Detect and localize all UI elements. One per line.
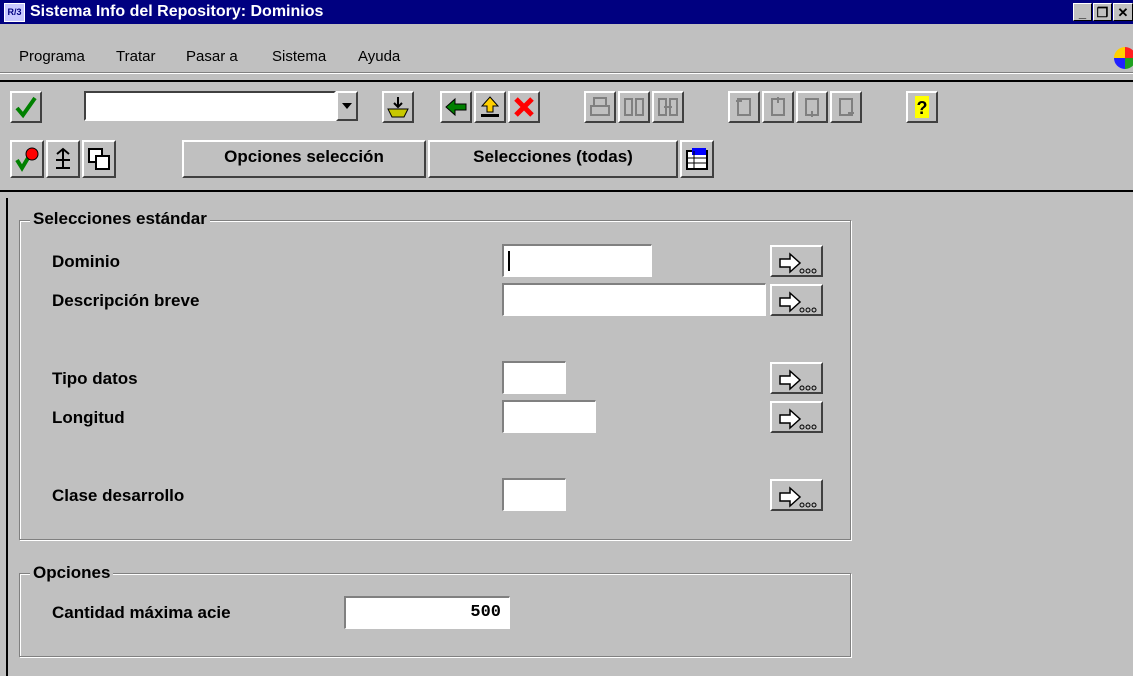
command-field[interactable] — [84, 91, 336, 121]
save-icon — [387, 97, 409, 118]
save-button[interactable] — [382, 91, 414, 123]
menu-pasar-a[interactable]: Pasar a — [186, 48, 238, 65]
length-label: Longitud — [52, 408, 125, 427]
copy-icon — [88, 148, 110, 170]
divider — [0, 73, 1133, 74]
sap-logo-icon — [1114, 47, 1133, 69]
menu-bar: Programa Tratar Pasar a Sistema Ayuda — [0, 24, 1133, 70]
multiple-selection-icon — [779, 408, 817, 430]
help-icon: ? — [915, 96, 929, 118]
dropdown-arrow-icon — [342, 103, 352, 109]
close-icon: ✕ — [1117, 5, 1129, 20]
cancel-button[interactable] — [508, 91, 540, 123]
minimize-button[interactable]: _ — [1073, 3, 1092, 21]
toolbar-border — [0, 80, 1133, 82]
restore-button[interactable]: ❐ — [1093, 3, 1112, 21]
command-field-dropdown[interactable] — [336, 91, 358, 121]
max-hits-label: Cantidad máxima acie — [52, 603, 231, 622]
prev-page-icon — [771, 97, 785, 116]
domain-label: Dominio — [52, 252, 120, 271]
print-icon — [590, 97, 610, 116]
domain-input[interactable] — [502, 244, 652, 277]
short-description-input[interactable] — [502, 283, 766, 316]
menu-sistema[interactable]: Sistema — [272, 48, 326, 65]
application-toolbar: Opciones selección Selecciones (todas) — [0, 134, 1133, 188]
menu-programa[interactable]: Programa — [19, 48, 85, 65]
window-left-border — [6, 198, 8, 676]
multiple-selection-icon — [779, 252, 817, 274]
exit-button[interactable] — [474, 91, 506, 123]
back-button[interactable] — [440, 91, 472, 123]
back-icon — [445, 97, 467, 117]
title-bar: R/3 Sistema Info del Repository: Dominio… — [0, 0, 1133, 24]
first-page-button[interactable] — [728, 91, 760, 123]
all-selections-button[interactable]: Selecciones (todas) — [428, 140, 678, 178]
copy-variant-button[interactable] — [82, 140, 116, 178]
execute-button[interactable] — [10, 140, 44, 178]
data-type-label: Tipo datos — [52, 369, 138, 388]
close-button[interactable]: ✕ — [1113, 3, 1133, 21]
minimize-icon: _ — [1078, 5, 1087, 20]
info-button[interactable] — [46, 140, 80, 178]
development-class-label: Clase desarrollo — [52, 486, 185, 505]
restore-icon: ❐ — [1096, 5, 1109, 20]
data-type-input[interactable] — [502, 361, 566, 394]
find-button[interactable] — [618, 91, 650, 123]
enter-button[interactable] — [10, 91, 42, 123]
help-button[interactable]: ? — [906, 91, 938, 123]
check-icon — [15, 96, 37, 119]
layout-icon — [686, 148, 708, 170]
first-page-icon — [736, 98, 751, 116]
cancel-icon — [514, 97, 534, 117]
short-description-label: Descripción breve — [52, 291, 200, 310]
multiple-selection-icon — [779, 486, 817, 508]
window-title: Sistema Info del Repository: Dominios — [30, 3, 324, 20]
short-description-multiple-selection-button[interactable] — [770, 284, 823, 316]
exit-icon — [480, 96, 500, 117]
find-icon — [624, 98, 644, 116]
development-class-input[interactable] — [502, 478, 566, 511]
app-icon[interactable]: R/3 — [4, 3, 25, 22]
find-next-button[interactable] — [652, 91, 684, 123]
layout-button[interactable] — [680, 140, 714, 178]
next-page-icon — [805, 98, 819, 117]
multiple-selection-icon — [779, 291, 817, 313]
length-multiple-selection-button[interactable] — [770, 401, 823, 433]
next-page-button[interactable] — [796, 91, 828, 123]
find-next-icon — [658, 98, 678, 116]
last-page-button[interactable] — [830, 91, 862, 123]
domain-multiple-selection-button[interactable] — [770, 245, 823, 277]
execute-icon — [15, 147, 39, 172]
development-class-multiple-selection-button[interactable] — [770, 479, 823, 511]
svg-text:?: ? — [917, 98, 928, 118]
data-type-multiple-selection-button[interactable] — [770, 362, 823, 394]
info-icon — [56, 147, 70, 169]
last-page-icon — [839, 98, 854, 116]
print-button[interactable] — [584, 91, 616, 123]
max-hits-input[interactable]: 500 — [344, 596, 510, 629]
length-input[interactable] — [502, 400, 596, 433]
menu-ayuda[interactable]: Ayuda — [358, 48, 400, 65]
group-title: Opciones — [30, 563, 114, 583]
standard-toolbar: ? — [0, 84, 1133, 132]
multiple-selection-icon — [779, 369, 817, 391]
selection-options-button[interactable]: Opciones selección — [182, 140, 426, 178]
toolbar-border — [0, 190, 1133, 192]
text-cursor — [508, 251, 510, 271]
group-title: Selecciones estándar — [30, 209, 210, 229]
previous-page-button[interactable] — [762, 91, 794, 123]
menu-tratar[interactable]: Tratar — [116, 48, 155, 65]
